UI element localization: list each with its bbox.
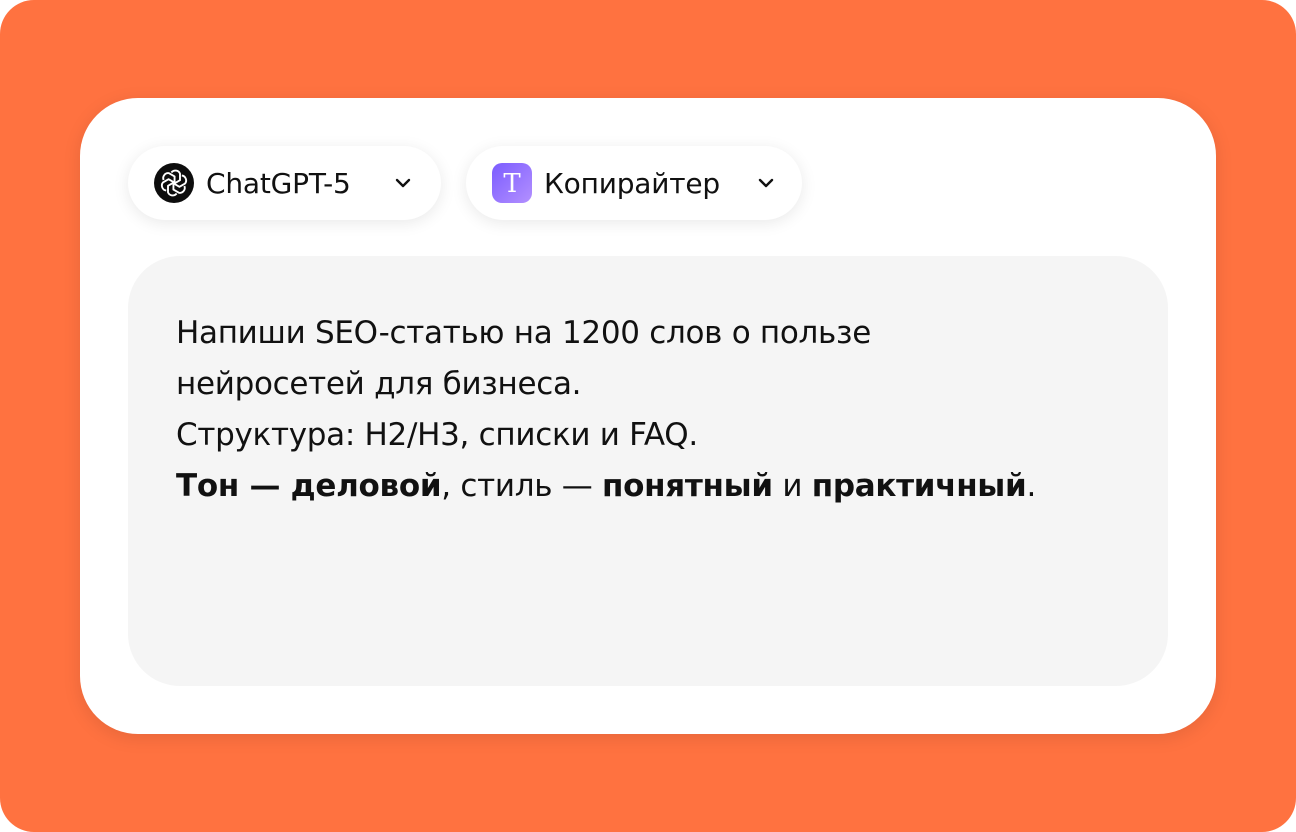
prompt-line-2: нейросетей для бизнеса. — [176, 366, 582, 402]
chevron-down-icon — [393, 173, 413, 193]
model-selector-dropdown[interactable]: ChatGPT-5 — [128, 146, 441, 220]
prompt-text-segment: . — [1026, 468, 1037, 504]
chevron-down-icon — [756, 173, 776, 193]
tone-emphasis: Тон — деловой — [176, 468, 442, 504]
text-t-icon: T — [492, 163, 532, 203]
openai-logo-icon — [154, 163, 194, 203]
role-selector-dropdown[interactable]: T Копирайтер — [466, 146, 802, 220]
role-selector-label: Копирайтер — [544, 166, 720, 200]
prompt-text-segment: и — [772, 468, 812, 504]
prompt-line-4: Тон — деловой, стиль — понятный и практи… — [176, 461, 1120, 512]
model-selector-label: ChatGPT-5 — [206, 166, 351, 200]
prompt-text-area[interactable]: Напиши SEO-статью на 1200 слов о пользе … — [128, 256, 1168, 686]
prompt-card: ChatGPT-5 T Копирайтер Напиши SEO-статью… — [80, 98, 1216, 734]
orange-background: ChatGPT-5 T Копирайтер Напиши SEO-статью… — [0, 0, 1296, 832]
style-emphasis-1: понятный — [602, 468, 773, 504]
prompt-text-segment: , стиль — — [441, 468, 602, 504]
style-emphasis-2: практичный — [811, 468, 1027, 504]
prompt-line-3: Структура: H2/H3, списки и FAQ. — [176, 417, 698, 453]
prompt-line-1: Напиши SEO-статью на 1200 слов о пользе — [176, 315, 871, 351]
